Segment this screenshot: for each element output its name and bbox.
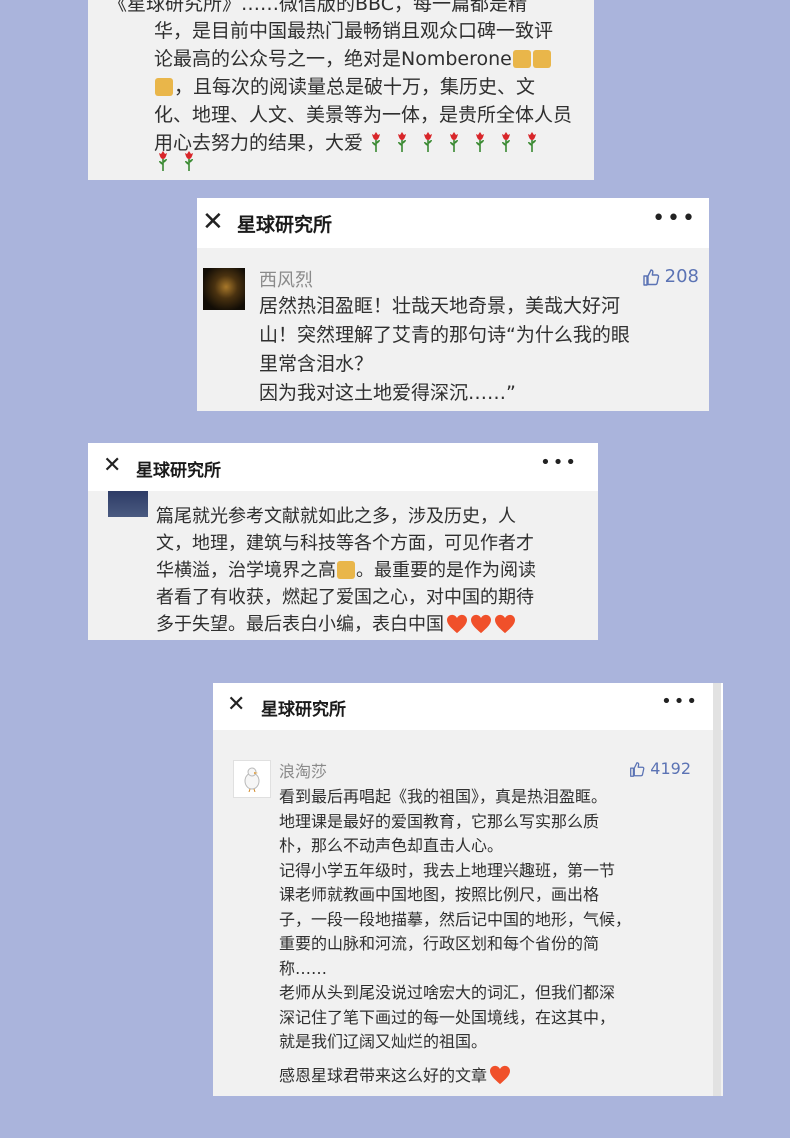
heart-emoji-icon [447, 614, 467, 634]
thumbs-up-icon [630, 761, 645, 777]
comment-last-line: 感恩星球君带来这么好的文章 [279, 1064, 511, 1088]
rose-emoji-icon [424, 132, 433, 152]
window-title: 星球研究所 [261, 700, 346, 720]
thumbs-up-emoji-icon [155, 78, 173, 96]
comment-line: 化、地理、人文、美景等为一体，是贵所全体人员 [154, 104, 573, 126]
close-icon[interactable]: ✕ [227, 694, 245, 716]
comment-card-3: ✕ 星球研究所 ••• 篇尾就光参考文献就如此之多，涉及历史，人 文，地理，建筑… [88, 443, 598, 640]
comment-line-with-emoji: 论最高的公众号之一，绝对是Nomberone [154, 45, 552, 73]
author-name: 西风烈 [259, 270, 313, 291]
avatar [108, 491, 148, 517]
comment-card-1: 《星球研究所》……微信版的BBC，每一篇都是精 华，是目前中国最热门最畅销且观众… [88, 0, 594, 180]
like-count: 4192 [650, 759, 691, 778]
bird-avatar-icon [244, 767, 260, 792]
like-count: 208 [664, 266, 699, 287]
rose-emoji-row [150, 150, 202, 178]
comment-text: 居然热泪盈眶！壮哉天地奇景，美哉大好河 山！突然理解了艾青的那句诗“为什么我的眼… [259, 295, 630, 404]
more-options-icon[interactable]: ••• [661, 693, 699, 711]
comment-line-with-emoji: ，且每次的阅读量总是破十万，集历史、文 [154, 73, 535, 101]
comment-text: 看到最后再唱起《我的祖国》，真是热泪盈眶。 地理课是最好的爱国教育，它那么写实那… [279, 787, 632, 1051]
rose-emoji-icon [398, 132, 407, 152]
more-options-icon[interactable]: ••• [652, 208, 697, 230]
author-name: 浪淘莎 [279, 762, 328, 781]
rose-emoji-icon [502, 132, 511, 152]
more-options-icon[interactable]: ••• [540, 454, 578, 472]
rose-emoji-icon [185, 151, 193, 171]
rose-emoji-icon [372, 132, 381, 152]
avatar [233, 760, 271, 798]
thumbs-up-emoji-icon [337, 561, 355, 579]
title-bar: ✕ 星球研究所 ••• [88, 443, 598, 491]
comment-card-2: ✕ 星球研究所 ••• 西风烈 208 居然热泪盈眶！壮哉天地奇景，美哉大好河 … [197, 198, 709, 411]
like-button[interactable]: 4192 [628, 759, 691, 778]
close-icon[interactable]: ✕ [202, 209, 224, 235]
scrollbar[interactable] [713, 683, 721, 1096]
like-button[interactable]: 208 [641, 266, 699, 287]
rose-emoji-icon [159, 151, 167, 171]
thumbs-up-emoji-icon [512, 50, 531, 68]
title-bar: ✕ 星球研究所 ••• [213, 683, 723, 730]
comment-text: 篇尾就光参考文献就如此之多，涉及历史，人 文，地理，建筑与科技等各个方面，可见作… [156, 506, 536, 635]
window-title: 星球研究所 [237, 214, 333, 236]
avatar [203, 268, 245, 310]
heart-emoji-icon [471, 614, 491, 634]
heart-emoji-icon [490, 1065, 511, 1085]
comment-line: 华，是目前中国最热门最畅销且观众口碑一致评 [154, 20, 554, 42]
title-bar: ✕ 星球研究所 ••• [197, 198, 709, 248]
close-icon[interactable]: ✕ [103, 455, 121, 477]
comment-text-top: 《星球研究所》……微信版的BBC，每一篇都是精 [108, 0, 528, 15]
comment-line-with-emoji: 用心去努力的结果，大爱 [154, 129, 545, 157]
rose-emoji-icon [476, 132, 485, 152]
thumbs-up-icon [642, 268, 659, 286]
thumbs-up-emoji-icon [532, 50, 551, 68]
heart-emoji-icon [495, 614, 515, 634]
rose-emoji-icon [528, 132, 537, 152]
window-title: 星球研究所 [136, 461, 221, 481]
comment-card-4: ✕ 星球研究所 ••• 浪淘莎 4192 看到最后再唱起《我的祖国》，真是热泪盈… [213, 683, 723, 1096]
rose-emoji-icon [450, 132, 459, 152]
